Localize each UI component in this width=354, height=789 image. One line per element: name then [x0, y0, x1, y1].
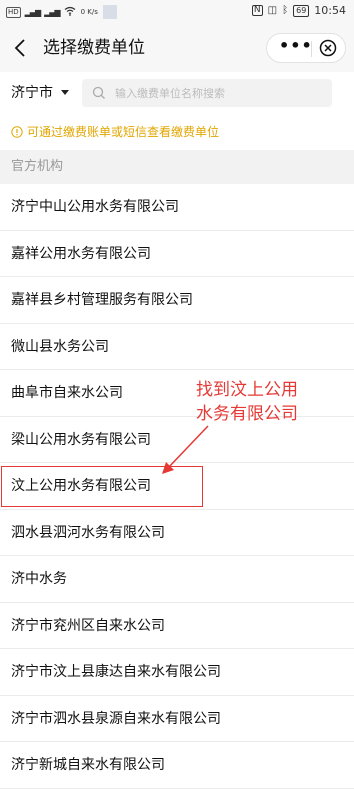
divider — [0, 787, 354, 789]
search-box[interactable] — [82, 79, 332, 107]
more-icon[interactable]: ••• — [279, 36, 313, 55]
status-left: HD ▂▄▆ ▂▄▆ 0 K/s — [6, 5, 117, 19]
annotation-line-1: 找到汶上公用 — [196, 380, 298, 400]
search-input[interactable] — [115, 79, 325, 107]
capsule-divider — [311, 41, 312, 57]
list-item[interactable]: 济中水务 — [0, 556, 354, 603]
list-item-label: 济宁市兖州区自来水公司 — [11, 617, 165, 634]
list-item-label: 济宁中山公用水务有限公司 — [11, 199, 179, 215]
list-item[interactable]: 济宁市兖州区自来水公司 — [0, 602, 354, 649]
status-right: N ◫ ᛒ 69 10:54 — [251, 4, 346, 17]
list-item-label: 梁山公用水务有限公司 — [11, 431, 151, 448]
list-item[interactable]: 嘉祥公用水务有限公司 — [0, 230, 354, 277]
company-list: 济宁中山公用水务有限公司 嘉祥公用水务有限公司 嘉祥县乡村管理服务有限公司 微山… — [0, 184, 354, 789]
search-icon — [92, 86, 105, 99]
back-arrow-icon[interactable] — [10, 36, 32, 60]
blurred-icon — [102, 5, 117, 19]
city-selector[interactable]: 济宁市 — [11, 83, 53, 103]
miniprogram-capsule: ••• — [266, 33, 346, 63]
list-item-label: 济中水务 — [11, 571, 67, 587]
list-item-label: 汶上公用水务有限公司 — [11, 478, 151, 494]
network-speed: 0 K/s — [80, 7, 98, 16]
hd-badge: HD — [6, 6, 21, 18]
list-item[interactable]: 济宁市泗水县泉源自来水有限公司 — [0, 695, 354, 742]
list-item-label: 嘉祥公用水务有限公司 — [11, 245, 151, 262]
signal-icon: ▂▄▆ — [24, 7, 42, 17]
list-item-label: 济宁市泗水县泉源自来水有限公司 — [11, 710, 221, 727]
clock: 10:54 — [314, 4, 346, 17]
list-item[interactable]: 微山县水务公司 — [0, 323, 354, 370]
annotation-arrow-icon — [162, 425, 209, 474]
list-item-label: 泗水县泗河水务有限公司 — [11, 524, 165, 541]
chevron-down-icon[interactable] — [61, 90, 69, 95]
list-item-label: 微山县水务公司 — [11, 338, 109, 355]
list-item-label: 济宁市汶上县康达自来水有限公司 — [11, 664, 221, 680]
nfc-icon: N — [251, 5, 263, 16]
list-item-label: 嘉祥县乡村管理服务有限公司 — [11, 292, 193, 308]
tip-text: 可通过缴费账单或短信查看缴费单位 — [27, 125, 220, 139]
list-item-label: 曲阜市自来水公司 — [11, 385, 123, 401]
bluetooth-icon: ᛒ — [282, 5, 289, 16]
list-item[interactable]: 济宁市汶上县康达自来水有限公司 — [0, 649, 354, 696]
close-icon[interactable] — [319, 39, 337, 57]
list-item[interactable]: 济宁新城自来水有限公司 — [0, 742, 354, 789]
section-header: 官方机构 — [0, 150, 354, 184]
section-title: 官方机构 — [11, 159, 64, 174]
vibrate-icon: ◫ — [267, 5, 278, 16]
signal-icon-2: ▂▄▆ — [44, 7, 61, 17]
tip-message: 可通过缴费账单或短信查看缴费单位 — [11, 122, 219, 142]
filter-bar: 济宁市 — [0, 72, 354, 116]
nav-bar: 选择缴费单位 ••• — [0, 24, 354, 72]
page-title: 选择缴费单位 — [43, 38, 145, 58]
status-bar: HD ▂▄▆ ▂▄▆ 0 K/s N ◫ ᛒ 69 10:54 — [0, 0, 354, 24]
info-icon — [11, 126, 23, 138]
list-item-label: 济宁新城自来水有限公司 — [11, 757, 165, 773]
wifi-icon — [64, 6, 76, 19]
annotation-text: 找到汶上公用 水务有限公司 — [196, 378, 346, 426]
list-item[interactable]: 泗水县泗河水务有限公司 — [0, 509, 354, 556]
list-item[interactable]: 济宁中山公用水务有限公司 — [0, 184, 354, 231]
list-item[interactable]: 嘉祥县乡村管理服务有限公司 — [0, 277, 354, 324]
battery-icon: 69 — [293, 4, 310, 17]
